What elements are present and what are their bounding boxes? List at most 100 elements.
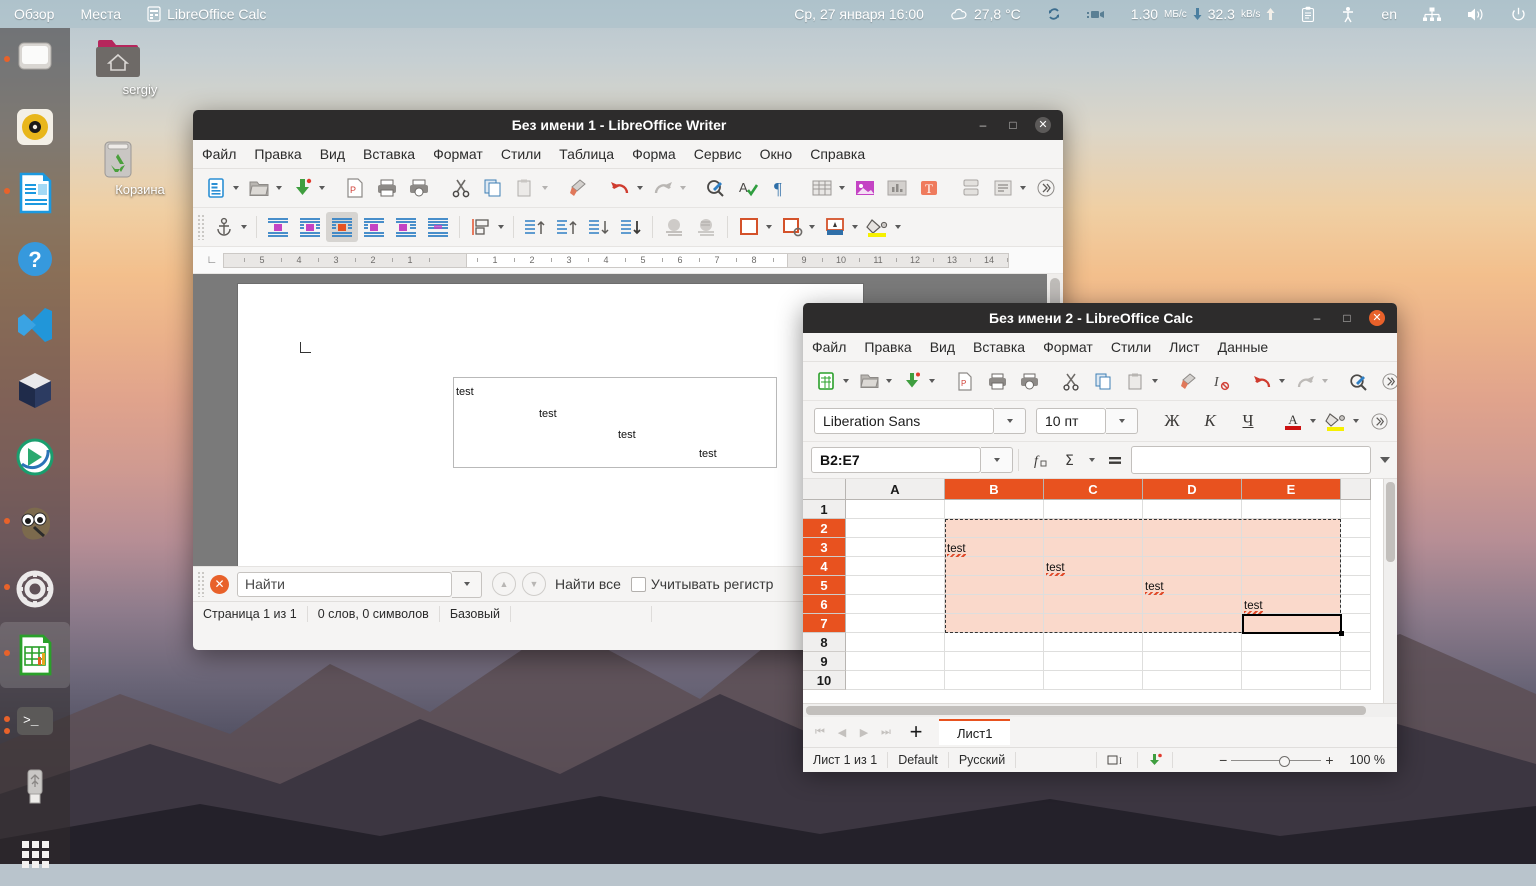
- insert-chart-button[interactable]: [881, 173, 913, 203]
- column-header-F[interactable]: [1341, 479, 1371, 500]
- column-header-B[interactable]: B: [945, 479, 1044, 500]
- calc-find-replace-button[interactable]: [1342, 366, 1374, 396]
- writer-maximize-button[interactable]: □: [1005, 117, 1021, 133]
- calc-menu-sheet[interactable]: Лист: [1160, 333, 1208, 361]
- calc-copy-button[interactable]: [1087, 366, 1119, 396]
- calc-formatting-toolbar[interactable]: Liberation Sans 10 пт Ж К Ч A: [803, 401, 1397, 442]
- cell-A5[interactable]: [846, 576, 945, 595]
- open-button[interactable]: [243, 173, 275, 203]
- calc-open-button[interactable]: [853, 366, 885, 396]
- paste-button[interactable]: [509, 173, 541, 203]
- cell-C2[interactable]: [1044, 519, 1143, 538]
- calc-selection-mode[interactable]: I: [1097, 752, 1138, 768]
- find-input[interactable]: Найти: [237, 572, 452, 597]
- calc-insert-mode-status[interactable]: [1016, 752, 1097, 768]
- writer-close-button[interactable]: ✕: [1035, 117, 1051, 133]
- spelling-button[interactable]: A: [732, 173, 764, 203]
- bold-button[interactable]: Ж: [1153, 406, 1191, 436]
- anchor-button[interactable]: [208, 212, 240, 242]
- calc-paste-dropdown[interactable]: [1152, 379, 1158, 383]
- highlight-color-dropdown[interactable]: [1353, 419, 1359, 423]
- row-header-10[interactable]: 10: [803, 671, 846, 690]
- expand-formula-bar-button[interactable]: [1373, 457, 1397, 463]
- sum-button[interactable]: Σ: [1056, 445, 1088, 475]
- find-all-button[interactable]: Найти все: [555, 576, 621, 592]
- name-box[interactable]: B2:E7: [811, 447, 981, 473]
- sync-indicator[interactable]: [1034, 0, 1074, 28]
- font-size-input[interactable]: 10 пт: [1036, 408, 1106, 434]
- desktop-icon-trash[interactable]: Корзина: [95, 138, 185, 197]
- cell-D5[interactable]: test: [1143, 576, 1242, 595]
- new-document-dropdown[interactable]: [233, 186, 239, 190]
- writer-menu-insert[interactable]: Вставка: [354, 140, 424, 168]
- cut-button[interactable]: [445, 173, 477, 203]
- previous-sheet-button[interactable]: ◀: [831, 721, 853, 743]
- zoom-slider[interactable]: − +: [1213, 752, 1339, 768]
- places-menu[interactable]: Места: [67, 0, 134, 28]
- cell-F10[interactable]: [1341, 671, 1371, 690]
- fill-color-button[interactable]: [862, 212, 894, 242]
- cell-E4[interactable]: [1242, 557, 1341, 576]
- cell-D10[interactable]: [1143, 671, 1242, 690]
- cell-B3[interactable]: test: [945, 538, 1044, 557]
- writer-menu-form[interactable]: Форма: [623, 140, 685, 168]
- find-replace-button[interactable]: [700, 173, 732, 203]
- writer-menu-edit[interactable]: Правка: [245, 140, 310, 168]
- writer-language-status[interactable]: [511, 606, 652, 622]
- cell-C6[interactable]: [1044, 595, 1143, 614]
- cell-B1[interactable]: [945, 500, 1044, 519]
- select-all-corner[interactable]: [803, 479, 846, 500]
- dock-item-virtualbox[interactable]: [0, 358, 70, 424]
- sheet-tab-1[interactable]: Лист1: [939, 719, 1010, 745]
- toolbar-grip[interactable]: [197, 214, 205, 240]
- calc-print-preview-button[interactable]: [1013, 366, 1045, 396]
- calc-format-overflow-button[interactable]: [1363, 406, 1395, 436]
- writer-titlebar[interactable]: Без имени 1 - LibreOffice Writer – □ ✕: [193, 110, 1063, 140]
- print-preview-button[interactable]: [403, 173, 435, 203]
- calc-maximize-button[interactable]: □: [1339, 310, 1355, 326]
- cell-B4[interactable]: [945, 557, 1044, 576]
- writer-menu-view[interactable]: Вид: [311, 140, 354, 168]
- calc-window[interactable]: Без имени 2 - LibreOffice Calc – □ ✕ Фай…: [803, 303, 1397, 768]
- calc-save-dropdown[interactable]: [929, 379, 935, 383]
- font-name-input[interactable]: Liberation Sans: [814, 408, 994, 434]
- calc-hscroll-thumb[interactable]: [806, 706, 1366, 715]
- dock-item-libreoffice-calc[interactable]: [0, 622, 70, 688]
- desktop-icon-home[interactable]: sergiy: [95, 38, 185, 97]
- zoom-in-button[interactable]: +: [1325, 752, 1333, 768]
- wrap-through-button[interactable]: [422, 212, 454, 242]
- row-header-4[interactable]: 4: [803, 557, 846, 576]
- cell-F7[interactable]: [1341, 614, 1371, 633]
- dock-item-gimp[interactable]: [0, 490, 70, 556]
- dock-item-settings[interactable]: [0, 556, 70, 622]
- insert-table-dropdown[interactable]: [839, 186, 845, 190]
- cell-C8[interactable]: [1044, 633, 1143, 652]
- border-properties-dropdown[interactable]: [809, 225, 815, 229]
- wrap-right-button[interactable]: [390, 212, 422, 242]
- cell-B2[interactable]: [945, 519, 1044, 538]
- dock-item-usb-drive[interactable]: [0, 754, 70, 820]
- dock-item-remote-desktop[interactable]: [0, 424, 70, 490]
- cell-C9[interactable]: [1044, 652, 1143, 671]
- dock-item-terminal[interactable]: >_: [0, 688, 70, 754]
- cell-B8[interactable]: [945, 633, 1044, 652]
- dock-item-libreoffice-writer[interactable]: [0, 160, 70, 226]
- copy-button[interactable]: [477, 173, 509, 203]
- dock-item-files[interactable]: [0, 28, 70, 94]
- calc-redo-button[interactable]: [1289, 366, 1321, 396]
- cell-F3[interactable]: [1341, 538, 1371, 557]
- row-header-7[interactable]: 7: [803, 614, 846, 633]
- cell-E5[interactable]: [1242, 576, 1341, 595]
- column-header-A[interactable]: A: [846, 479, 945, 500]
- font-color-button[interactable]: A: [1277, 406, 1309, 436]
- network-speed-indicator[interactable]: 1.30МБ/c 32.3kB/s: [1118, 0, 1289, 28]
- calc-zoom-value[interactable]: 100 %: [1340, 752, 1397, 768]
- wrap-optimal-button[interactable]: [326, 212, 358, 242]
- calc-paste-button[interactable]: [1119, 366, 1151, 396]
- border-style-dropdown[interactable]: [766, 225, 772, 229]
- formatting-marks-button[interactable]: ¶: [764, 173, 796, 203]
- fill-color-dropdown[interactable]: [895, 225, 901, 229]
- italic-button[interactable]: К: [1191, 406, 1229, 436]
- calc-language-status[interactable]: Русский: [949, 752, 1016, 768]
- row-header-1[interactable]: 1: [803, 500, 846, 519]
